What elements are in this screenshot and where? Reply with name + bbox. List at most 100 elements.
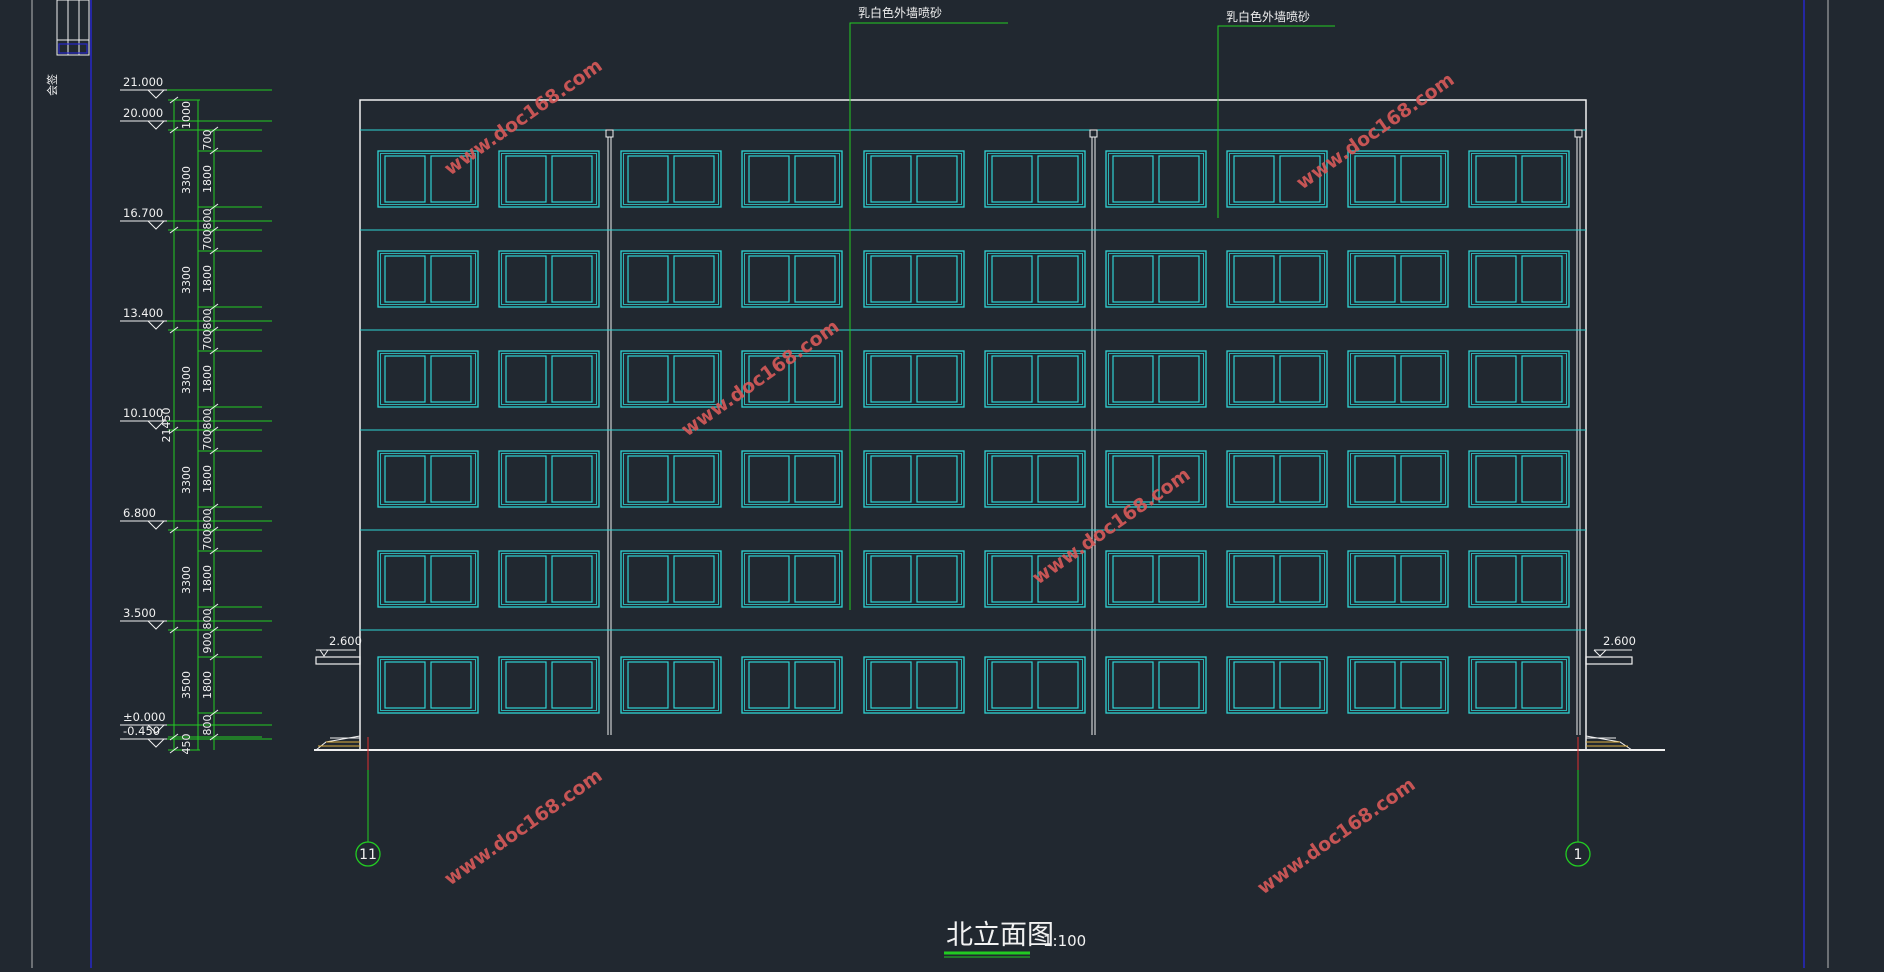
window-frame: [1226, 350, 1328, 408]
window-sash: [1354, 355, 1396, 403]
window-frame-inner: [1108, 153, 1204, 205]
window-sash: [673, 255, 715, 303]
window-frame-inner: [1471, 253, 1567, 305]
material-note-1: 乳白色外墙喷砂: [858, 5, 942, 20]
window-frame: [1347, 450, 1449, 508]
window-sash: [1112, 555, 1154, 603]
window-frame: [1347, 350, 1449, 408]
window-sash: [1521, 661, 1563, 709]
level-value: 6.800: [123, 506, 156, 520]
axis-label-left: 11: [359, 847, 377, 863]
window: [620, 150, 722, 208]
level-triangle: [146, 620, 166, 630]
window-sash: [1279, 555, 1321, 603]
window-frame-inner: [1471, 453, 1567, 505]
dim-floor-height: 3300: [180, 366, 193, 394]
window-sash: [1354, 455, 1396, 503]
window: [620, 656, 722, 714]
level-mark: 13.400: [120, 306, 272, 330]
level-triangle: [146, 89, 166, 99]
canopy-levels: 2.600 2.600: [316, 634, 1636, 657]
window-frame: [741, 150, 843, 208]
level-triangle: [146, 120, 166, 130]
window-sash: [1521, 255, 1563, 303]
watermark-text: www.doc168.com: [440, 764, 606, 890]
window-frame-inner: [501, 253, 597, 305]
window-sash: [1475, 555, 1517, 603]
window-frame: [620, 450, 722, 508]
watermark-text: www.doc168.com: [1253, 773, 1419, 899]
window-frame: [741, 550, 843, 608]
window: [741, 550, 843, 608]
window-sash: [627, 455, 669, 503]
window-frame: [620, 250, 722, 308]
window: [1468, 450, 1570, 508]
window-sash: [1475, 355, 1517, 403]
window-sash: [1521, 155, 1563, 203]
window-frame-inner: [1229, 353, 1325, 405]
window-frame-inner: [1108, 553, 1204, 605]
window-frame-inner: [380, 253, 476, 305]
window: [498, 150, 600, 208]
window-frame-inner: [1108, 659, 1204, 711]
window-sash: [1112, 661, 1154, 709]
dim-detail: 800: [201, 209, 214, 230]
level-mark: 21.000: [120, 75, 272, 99]
window-frame-inner: [1229, 253, 1325, 305]
window-frame-inner: [744, 659, 840, 711]
window-frame-inner: [1471, 553, 1567, 605]
window-frame-inner: [1350, 659, 1446, 711]
window: [1226, 656, 1328, 714]
window-sash: [505, 555, 547, 603]
window-sash: [794, 455, 836, 503]
window-sash: [1037, 355, 1079, 403]
window-frame: [1226, 250, 1328, 308]
window-sash: [991, 661, 1033, 709]
window: [1347, 550, 1449, 608]
window: [741, 250, 843, 308]
window-frame: [620, 350, 722, 408]
window-sash: [627, 661, 669, 709]
window-frame: [984, 250, 1086, 308]
drawing-frame: 会签: [31, 0, 1829, 968]
window-sash: [1233, 155, 1275, 203]
level-value: 10.100: [123, 406, 163, 420]
window-frame-inner: [380, 353, 476, 405]
window: [498, 350, 600, 408]
window-frame-inner: [866, 453, 962, 505]
window-frame: [984, 656, 1086, 714]
window-frame: [863, 450, 965, 508]
window-frame-inner: [623, 153, 719, 205]
window-sash: [1354, 255, 1396, 303]
building-facade: [314, 99, 1665, 751]
level-value: 20.000: [123, 106, 163, 120]
window-frame-inner: [501, 659, 597, 711]
level-triangle: [146, 738, 166, 748]
dimension-lines: 1000 3300 3300 3300 3300 3300 3500 450 700 1800 80…: [160, 96, 262, 755]
dim-detail: 700: [201, 430, 214, 451]
window: [741, 656, 843, 714]
window-sash: [1400, 455, 1442, 503]
window-sash: [916, 661, 958, 709]
window-sash: [1233, 255, 1275, 303]
window-frame-inner: [987, 453, 1083, 505]
window-sash: [627, 255, 669, 303]
window-sash: [794, 555, 836, 603]
dim-floor-height: 1000: [180, 101, 193, 129]
window-sash: [1279, 355, 1321, 403]
window-frame: [863, 550, 965, 608]
window-sash: [916, 555, 958, 603]
canopy-left: [315, 656, 361, 751]
window-sash: [627, 355, 669, 403]
window-frame: [620, 550, 722, 608]
window: [1468, 150, 1570, 208]
window: [1468, 250, 1570, 308]
window-sash: [673, 155, 715, 203]
window-sash: [1158, 255, 1200, 303]
window-frame-inner: [1350, 553, 1446, 605]
window-sash: [673, 661, 715, 709]
window-sash: [430, 455, 472, 503]
window: [1226, 250, 1328, 308]
window-sash: [1279, 455, 1321, 503]
window-frame-inner: [1229, 553, 1325, 605]
